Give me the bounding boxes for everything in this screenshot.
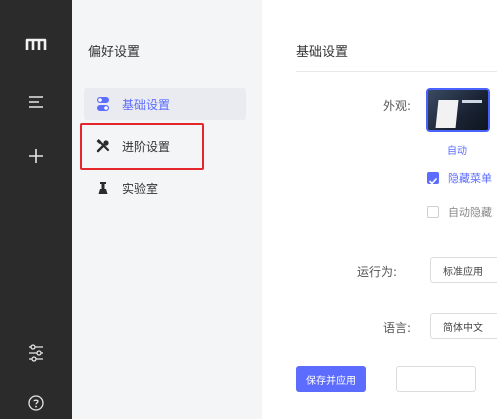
page-title: 基础设置 <box>296 45 349 60</box>
thumbnail-bar <box>462 100 482 103</box>
check-icon <box>428 177 438 185</box>
thumbnail-paper <box>435 100 459 128</box>
language-select[interactable]: 简体中文 <box>430 313 497 339</box>
auto-hide-label: 自动隐藏 <box>448 206 492 219</box>
run-behavior-label: 运行为: <box>357 265 398 279</box>
preferences-sidebar: 偏好设置 基础设置 进阶设置 实验室 <box>72 0 262 419</box>
auto-hide-checkbox[interactable] <box>427 206 439 218</box>
sidebar-item-label: 基础设置 <box>122 97 171 112</box>
sidebar-item-label: 实验室 <box>122 181 159 196</box>
highlight-box <box>80 123 204 170</box>
logo-icon[interactable] <box>0 32 72 56</box>
hide-menu-label: 隐藏菜单 <box>448 172 492 185</box>
sidebar-item-lab[interactable]: 实验室 <box>84 172 246 204</box>
settings-sliders-icon[interactable] <box>0 340 72 366</box>
divider <box>296 71 497 72</box>
secondary-button[interactable] <box>396 366 476 392</box>
save-apply-button[interactable]: 保存并应用 <box>296 366 366 392</box>
hide-menu-checkbox[interactable] <box>427 172 439 185</box>
plus-icon[interactable] <box>0 143 72 169</box>
theme-option-label: 自动 <box>447 146 467 157</box>
sidebar-item-basic-settings[interactable]: 基础设置 <box>84 88 246 120</box>
app-rail <box>0 0 72 419</box>
menu-icon[interactable] <box>0 90 72 114</box>
help-icon[interactable] <box>0 392 72 414</box>
toggle-icon <box>96 97 110 111</box>
language-label: 语言: <box>383 321 412 335</box>
flask-icon <box>96 181 110 195</box>
settings-content: 基础设置 外观: 自动 隐藏菜单 自动隐藏 运行为: 标准应用 语言: 简体中文… <box>262 0 497 419</box>
appearance-label: 外观: <box>383 99 412 113</box>
theme-auto-thumbnail[interactable] <box>426 88 490 132</box>
sidebar-title: 偏好设置 <box>88 45 141 60</box>
run-behavior-select[interactable]: 标准应用 <box>430 257 497 283</box>
